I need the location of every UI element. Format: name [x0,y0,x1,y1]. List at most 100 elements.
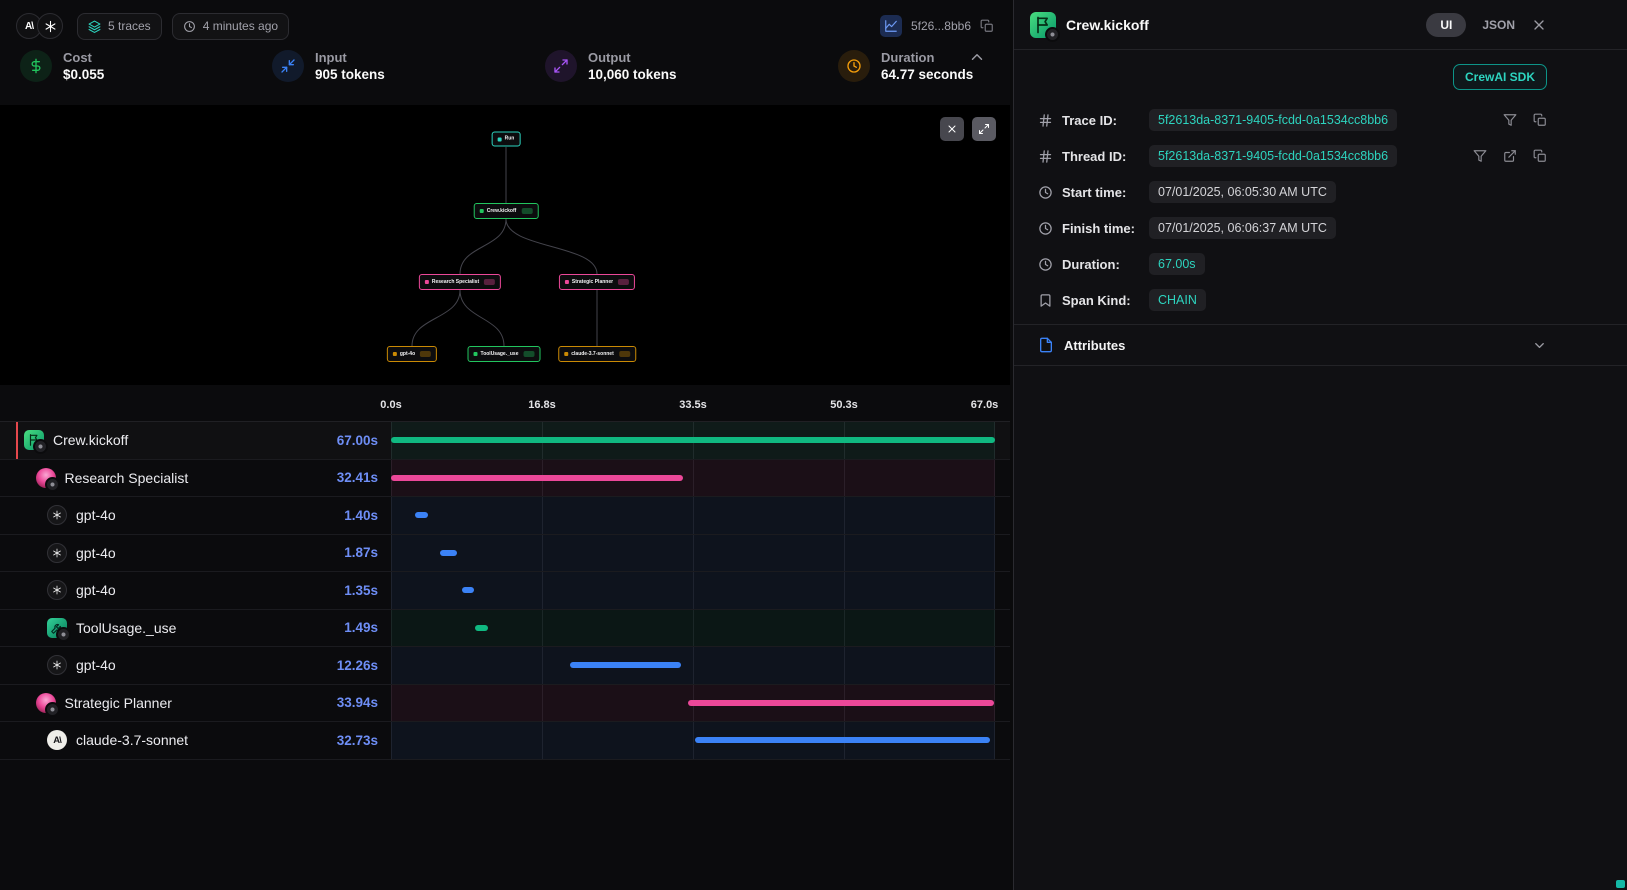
span-bar[interactable] [391,475,683,481]
anthropic-glyph: A\ [25,21,33,32]
external-link-icon[interactable] [1503,149,1517,163]
span-label-cell: Strategic Planner 33.94s [0,693,391,713]
span-bar[interactable] [570,662,681,668]
panel-body: CrewAI SDK Trace ID:5f2613da-8371-9405-f… [1014,50,1627,366]
attributes-section[interactable]: Attributes [1014,324,1627,366]
stat-input: Input 905 tokens [272,50,385,82]
stat-value: 905 tokens [315,67,385,82]
bookmark-icon [1038,293,1053,308]
field-value: 67.00s [1149,253,1205,275]
traces-badge[interactable]: 5 traces [77,13,162,40]
graph-node[interactable]: Crew.kickoff [474,203,539,219]
hash-icon [1038,149,1053,164]
timeline-row-track [391,685,995,722]
node-icon [474,352,478,356]
corner-accent [1616,880,1625,888]
span-duration: 1.35s [344,583,378,598]
field-label: Finish time: [1062,221,1140,236]
field-actions [1473,149,1547,163]
timeline-row[interactable]: Strategic Planner 33.94s [0,685,1010,723]
timeline-row-track [391,460,995,497]
graph-node[interactable]: Strategic Planner [559,274,635,290]
trace-graph: Run Crew.kickoff Research Specialist Strate… [0,105,1010,385]
clock-icon [1038,257,1053,272]
node-label: ToolUsage._use [481,352,519,357]
detail-field: Duration:67.00s [1038,246,1547,282]
timeline-row[interactable]: gpt-4o 1.35s [0,572,1010,610]
copy-icon[interactable] [1533,113,1547,127]
axis-tick: 16.8s [528,399,556,411]
span-bar[interactable] [688,700,994,706]
expand-graph-button[interactable] [972,117,996,141]
timeline-row[interactable]: ToolUsage._use1.49s [0,610,1010,648]
copy-icon[interactable] [980,19,994,33]
copy-icon[interactable] [1533,149,1547,163]
stat-output: Output10,060 tokens [545,50,677,82]
timeline-row[interactable]: gpt-4o12.26s [0,647,1010,685]
sdk-badge[interactable]: CrewAI SDK [1453,64,1547,90]
chevron-down-icon[interactable] [1532,338,1547,353]
field-actions [1503,113,1547,127]
span-label-cell: gpt-4o12.26s [0,655,391,675]
field-label: Start time: [1062,185,1140,200]
field-value: 5f2613da-8371-9405-fcdd-0a1534cc8bb6 [1149,145,1397,167]
chart-icon-button[interactable] [880,15,902,37]
span-duration: 1.87s [344,545,378,560]
span-label: gpt-4o [76,507,335,523]
time-badge-label: 4 minutes ago [203,19,278,33]
timeline-row-track [391,610,995,647]
span-duration: 32.41s [337,470,378,485]
field-value: 07/01/2025, 06:06:37 AM UTC [1149,217,1336,239]
graph-node[interactable]: ToolUsage._use [468,346,541,362]
stat-label: Output [588,50,677,65]
arrows-in-icon [272,50,304,82]
arrows-out-icon [545,50,577,82]
agent-icon [36,693,56,713]
span-bar[interactable] [391,437,995,443]
span-label-cell: A\claude-3.7-sonnet32.73s [0,730,391,750]
span-label: gpt-4o [76,545,335,561]
openai-icon [47,580,67,600]
tab-json[interactable]: JSON [1482,18,1515,32]
span-bar[interactable] [695,737,990,743]
openai-glyph [44,20,57,33]
filter-icon[interactable] [1473,149,1487,163]
crew-icon [24,430,44,450]
axis-tick: 0.0s [380,399,401,411]
panel-tabs: UI JSON [1426,13,1547,37]
span-bar[interactable] [462,587,474,593]
timeline-row[interactable]: Crew.kickoff67.00s [0,422,1010,460]
field-label: Span Kind: [1062,293,1140,308]
graph-node[interactable]: gpt-4o [387,346,437,362]
timeline-row[interactable]: Research Specialist32.41s [0,460,1010,498]
graph-node[interactable]: Research Specialist [419,274,501,290]
node-status-chip [523,351,534,357]
graph-node[interactable]: Run [492,132,521,147]
timeline: 0.0s16.8s33.5s50.3s67.0s Crew.kickoff67.… [0,391,1010,760]
node-status-chip [420,351,431,357]
filter-icon[interactable] [1503,113,1517,127]
span-duration: 32.73s [337,733,378,748]
timeline-row[interactable]: A\claude-3.7-sonnet32.73s [0,722,1010,760]
graph-node[interactable]: claude-3.7-sonnet [558,346,636,362]
timeline-row[interactable]: gpt-4o1.40s [0,497,1010,535]
axis-tick: 67.0s [971,399,999,411]
span-label: gpt-4o [76,582,335,598]
tab-ui[interactable]: UI [1426,13,1466,37]
span-label: Strategic Planner [65,695,328,711]
openai-icon[interactable] [37,13,63,39]
stat-label: Input [315,50,385,65]
openai-icon [47,505,67,525]
details-panel: Crew.kickoff UI JSON CrewAI SDK Trace ID… [1013,0,1627,890]
span-duration: 33.94s [337,695,378,710]
stat-duration: Duration64.77 seconds [838,50,973,82]
timeline-row-track [391,535,995,572]
close-graph-button[interactable] [940,117,964,141]
timeline-row[interactable]: gpt-4o 1.87s [0,535,1010,573]
span-label-cell: ToolUsage._use1.49s [0,618,391,638]
trace-short-id: 5f26...8bb6 [911,19,971,33]
close-panel-icon[interactable] [1531,17,1547,33]
span-bar[interactable] [440,550,457,556]
span-bar[interactable] [415,512,428,518]
span-bar[interactable] [475,625,488,631]
